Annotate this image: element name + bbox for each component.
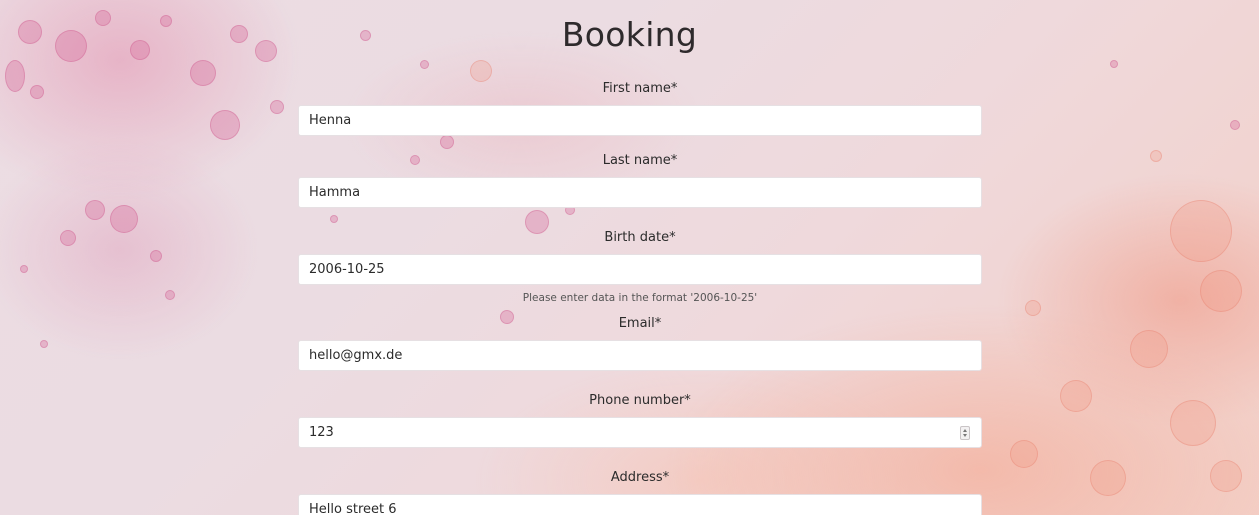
last-name-group: Last name* Hamma xyxy=(298,152,982,208)
first-name-label: First name* xyxy=(602,81,678,96)
phone-number-label: Phone number* xyxy=(589,393,691,408)
birth-date-input[interactable]: 2006-10-25 xyxy=(298,254,982,285)
booking-form: First name* Henna Last name* Hamma Birth… xyxy=(298,80,982,515)
page-title: Booking xyxy=(561,15,698,54)
email-group: Email* hello@gmx.de xyxy=(298,315,982,371)
address-label: Address* xyxy=(610,470,670,485)
birth-date-group: Birth date* 2006-10-25 Please enter data… xyxy=(298,229,982,305)
phone-number-group: Phone number* 123 xyxy=(298,392,982,448)
booking-page: Booking First name* Henna Last name* Ham… xyxy=(0,0,1259,515)
address-input[interactable]: Hello street 6 xyxy=(298,494,982,515)
birth-date-label: Birth date* xyxy=(604,230,676,245)
address-group: Address* Hello street 6 xyxy=(298,469,982,515)
email-input[interactable]: hello@gmx.de xyxy=(298,340,982,371)
spinner-arrows-icon[interactable] xyxy=(960,426,970,440)
phone-number-input[interactable]: 123 xyxy=(298,417,982,448)
last-name-label: Last name* xyxy=(602,153,678,168)
email-label: Email* xyxy=(618,316,662,331)
phone-number-value: 123 xyxy=(309,425,334,440)
first-name-group: First name* Henna xyxy=(298,80,982,136)
first-name-input[interactable]: Henna xyxy=(298,105,982,136)
birth-date-hint: Please enter data in the format '2006-10… xyxy=(522,292,758,304)
last-name-input[interactable]: Hamma xyxy=(298,177,982,208)
